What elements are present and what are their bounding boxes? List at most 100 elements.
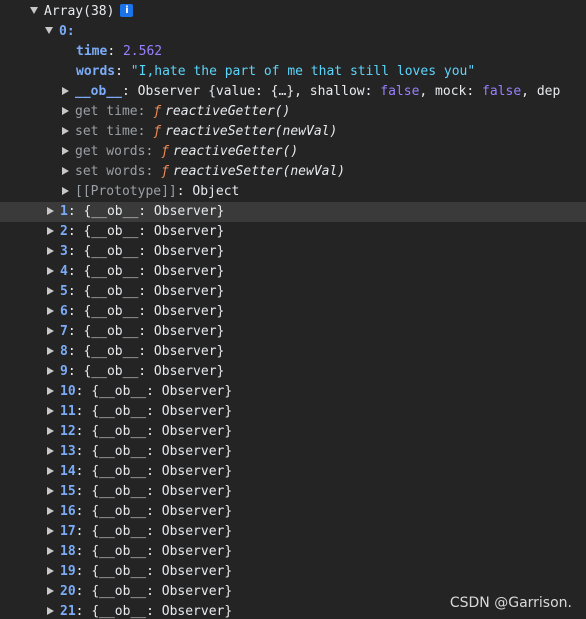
expand-triangle-icon[interactable] xyxy=(30,7,38,14)
get-words-row[interactable]: get words: ƒ reactiveGetter() xyxy=(0,142,586,162)
array-item-row[interactable]: 16: {__ob__: Observer} xyxy=(0,502,586,522)
expand-triangle-icon[interactable] xyxy=(47,346,54,355)
array-item-row[interactable]: 2: {__ob__: Observer} xyxy=(0,222,586,242)
item-index: 12 xyxy=(60,424,76,439)
function-icon: ƒ xyxy=(153,104,162,119)
item-preview: {__ob__: Observer} xyxy=(91,404,233,419)
item-index: 18 xyxy=(60,544,76,559)
item-preview: {__ob__: Observer} xyxy=(83,264,225,279)
time-property-row: time: 2.562 xyxy=(76,44,163,59)
ob-property-row[interactable]: __ob__: Observer {value: {…}, shallow: f… xyxy=(0,82,586,102)
array-item-row[interactable]: 12: {__ob__: Observer} xyxy=(0,422,586,442)
item-preview: {__ob__: Observer} xyxy=(91,544,233,559)
array-item-row[interactable]: 10: {__ob__: Observer} xyxy=(0,382,586,402)
expand-triangle-icon[interactable] xyxy=(47,386,54,395)
set-time-row[interactable]: set time: ƒ reactiveSetter(newVal) xyxy=(0,122,586,142)
array-item-row[interactable]: 11: {__ob__: Observer} xyxy=(0,402,586,422)
property-key: words xyxy=(76,64,116,79)
observer-preview: Observer {value: {…}, shallow: xyxy=(137,84,381,99)
array-item-row[interactable]: 6: {__ob__: Observer} xyxy=(0,302,586,322)
item-preview: {__ob__: Observer} xyxy=(91,504,233,519)
item-index: 1 xyxy=(60,204,68,219)
accessor-label: get time xyxy=(75,104,138,119)
item-index: 21 xyxy=(60,604,76,619)
item-preview: {__ob__: Observer} xyxy=(83,364,225,379)
function-icon: ƒ xyxy=(153,124,162,139)
item-preview: {__ob__: Observer} xyxy=(83,344,225,359)
item-preview: {__ob__: Observer} xyxy=(83,244,225,259)
item-0-row[interactable]: 0: xyxy=(0,22,586,42)
array-item-row[interactable]: 4: {__ob__: Observer} xyxy=(0,262,586,282)
expand-triangle-icon[interactable] xyxy=(47,206,54,215)
item-preview: {__ob__: Observer} xyxy=(83,304,225,319)
array-root-row[interactable]: Array(38) i xyxy=(0,2,586,22)
prototype-row[interactable]: [[Prototype]]: Object xyxy=(0,182,586,202)
words-property-row: words: "I,hate the part of me that still… xyxy=(76,64,476,79)
expand-triangle-icon[interactable] xyxy=(62,86,69,95)
item-index: 16 xyxy=(60,504,76,519)
expand-triangle-icon[interactable] xyxy=(47,426,54,435)
array-item-row[interactable]: 7: {__ob__: Observer} xyxy=(0,322,586,342)
expand-triangle-icon[interactable] xyxy=(47,566,54,575)
info-icon[interactable]: i xyxy=(120,4,134,17)
expand-triangle-icon[interactable] xyxy=(47,506,54,515)
accessor-label: set words xyxy=(75,164,146,179)
item-preview: {__ob__: Observer} xyxy=(91,604,233,619)
expand-triangle-icon[interactable] xyxy=(47,486,54,495)
item-index: 13 xyxy=(60,444,76,459)
array-item-row[interactable]: 8: {__ob__: Observer} xyxy=(0,342,586,362)
array-item-row[interactable]: 9: {__ob__: Observer} xyxy=(0,362,586,382)
array-item-row[interactable]: 18: {__ob__: Observer} xyxy=(0,542,586,562)
array-item-row[interactable]: 17: {__ob__: Observer} xyxy=(0,522,586,542)
expand-triangle-icon[interactable] xyxy=(62,146,69,155)
expand-triangle-icon[interactable] xyxy=(47,246,54,255)
item-index: 6 xyxy=(60,304,68,319)
array-item-row[interactable]: 1: {__ob__: Observer} xyxy=(0,202,586,222)
item-preview: {__ob__: Observer} xyxy=(83,284,225,299)
expand-triangle-icon[interactable] xyxy=(47,526,54,535)
expand-triangle-icon[interactable] xyxy=(62,126,69,135)
function-icon: ƒ xyxy=(161,144,169,159)
array-item-row[interactable]: 14: {__ob__: Observer} xyxy=(0,462,586,482)
expand-triangle-icon[interactable] xyxy=(62,186,69,195)
expand-triangle-icon[interactable] xyxy=(47,306,54,315)
expand-triangle-icon[interactable] xyxy=(47,286,54,295)
item-index: 20 xyxy=(60,584,76,599)
expand-triangle-icon[interactable] xyxy=(47,266,54,275)
array-item-row[interactable]: 19: {__ob__: Observer} xyxy=(0,562,586,582)
expand-triangle-icon[interactable] xyxy=(47,446,54,455)
expand-triangle-icon[interactable] xyxy=(47,226,54,235)
property-value: "I,hate the part of me that still loves … xyxy=(130,64,476,79)
watermark: CSDN @Garrison. xyxy=(449,595,572,611)
item-index: 8 xyxy=(60,344,68,359)
expand-triangle-icon[interactable] xyxy=(47,366,54,375)
expand-triangle-icon[interactable] xyxy=(47,466,54,475)
item-preview: {__ob__: Observer} xyxy=(91,484,233,499)
expand-triangle-icon[interactable] xyxy=(47,586,54,595)
array-item-row[interactable]: 13: {__ob__: Observer} xyxy=(0,442,586,462)
accessor-label: get words xyxy=(75,144,146,159)
expand-triangle-icon[interactable] xyxy=(47,406,54,415)
expand-triangle-icon[interactable] xyxy=(47,606,54,615)
item-preview: {__ob__: Observer} xyxy=(91,564,233,579)
expand-triangle-icon[interactable] xyxy=(62,106,69,115)
get-time-row[interactable]: get time: ƒ reactiveGetter() xyxy=(0,102,586,122)
function-name: reactiveSetter(newVal) xyxy=(172,164,346,179)
item-preview: {__ob__: Observer} xyxy=(91,444,233,459)
expand-triangle-icon[interactable] xyxy=(47,326,54,335)
array-item-row[interactable]: 15: {__ob__: Observer} xyxy=(0,482,586,502)
item-index: 14 xyxy=(60,464,76,479)
item-index: 15 xyxy=(60,484,76,499)
item-preview: {__ob__: Observer} xyxy=(91,524,233,539)
item-preview: {__ob__: Observer} xyxy=(83,204,225,219)
property-value: 2.562 xyxy=(122,44,163,59)
expand-triangle-icon[interactable] xyxy=(62,166,69,175)
item-preview: {__ob__: Observer} xyxy=(83,224,225,239)
expand-triangle-icon[interactable] xyxy=(47,546,54,555)
set-words-row[interactable]: set words: ƒ reactiveSetter(newVal) xyxy=(0,162,586,182)
item-index: 17 xyxy=(60,524,76,539)
item-preview: {__ob__: Observer} xyxy=(91,464,233,479)
expand-triangle-icon[interactable] xyxy=(45,27,53,34)
array-item-row[interactable]: 3: {__ob__: Observer} xyxy=(0,242,586,262)
array-item-row[interactable]: 5: {__ob__: Observer} xyxy=(0,282,586,302)
